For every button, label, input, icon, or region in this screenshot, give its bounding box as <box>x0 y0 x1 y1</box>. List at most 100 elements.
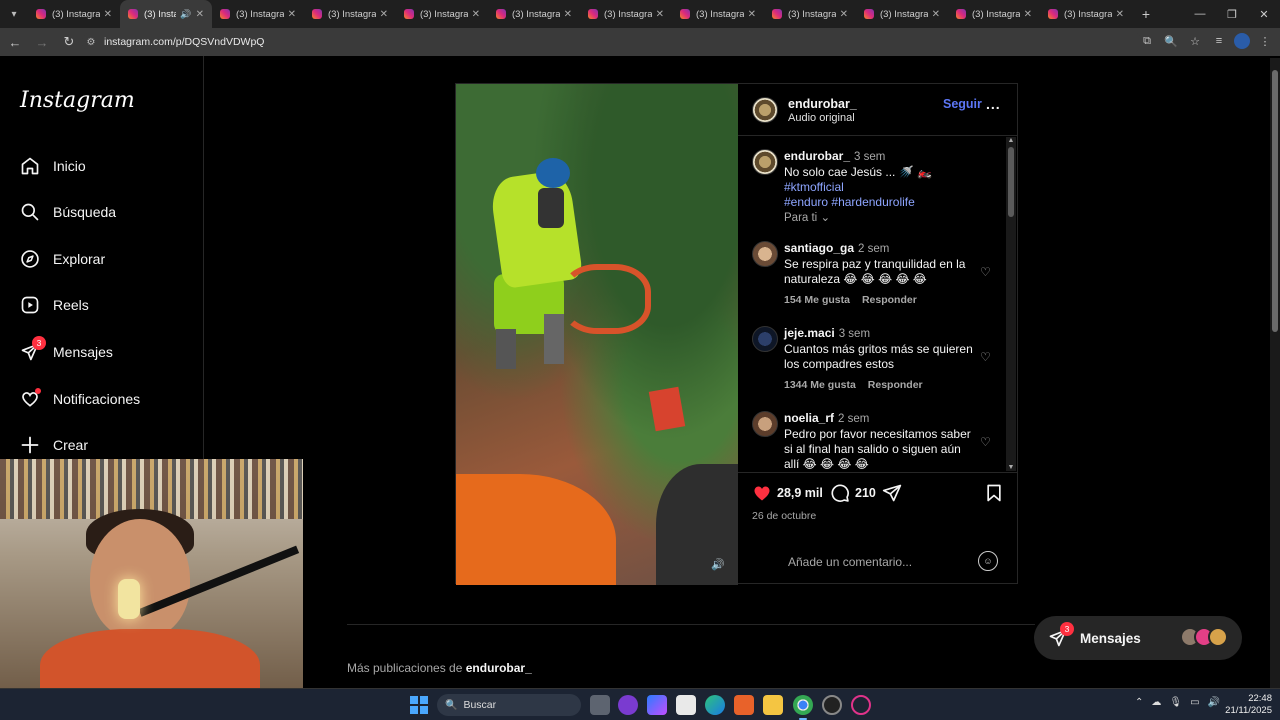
sidebar-item-inicio[interactable]: Inicio <box>20 151 86 181</box>
close-window-icon[interactable]: ✕ <box>1248 0 1280 28</box>
browser-tab[interactable]: (3) Instagram ✕ <box>1040 0 1132 28</box>
task-view-icon[interactable] <box>590 695 610 715</box>
bookmark-star-icon[interactable]: ☆ <box>1186 30 1204 52</box>
sidebar-item-notificaciones[interactable]: Notificaciones <box>20 384 140 414</box>
file-explorer-icon[interactable] <box>763 695 783 715</box>
chrome-icon[interactable] <box>793 695 813 720</box>
close-icon[interactable]: ✕ <box>1116 9 1124 20</box>
reload-button[interactable]: ↻ <box>57 30 81 54</box>
browser-menu-icon[interactable]: ⋮ <box>1256 30 1274 52</box>
post-date[interactable]: 26 de octubre <box>752 510 816 522</box>
close-icon[interactable]: ✕ <box>380 9 388 20</box>
avatar[interactable] <box>752 411 778 437</box>
avatar[interactable] <box>752 97 778 123</box>
comment-like-heart-icon[interactable]: ♡ <box>980 350 994 364</box>
close-icon[interactable]: ✕ <box>840 9 848 20</box>
sidebar-item-reels[interactable]: Reels <box>20 290 89 320</box>
app-icon[interactable] <box>851 695 871 715</box>
comment-username[interactable]: jeje.maci <box>784 326 835 340</box>
browser-tab[interactable]: (3) Instagram ✕ <box>580 0 672 28</box>
comment-button[interactable]: 210 <box>830 483 876 503</box>
sidebar-item-explorar[interactable]: Explorar <box>20 244 105 274</box>
browser-tab[interactable]: (3) Instagram ✕ <box>396 0 488 28</box>
avatar[interactable] <box>752 149 778 175</box>
comment-like-heart-icon[interactable]: ♡ <box>980 435 994 449</box>
close-icon[interactable]: ✕ <box>748 9 756 20</box>
site-info-icon[interactable]: ⚙ <box>82 37 100 48</box>
zoom-icon[interactable]: 🔍 <box>1162 30 1180 52</box>
forward-button[interactable]: → <box>30 30 54 54</box>
install-app-icon[interactable]: ⧉ <box>1138 30 1156 52</box>
store-icon[interactable] <box>676 695 696 715</box>
comment-filter-dropdown[interactable]: Para ti ⌄ <box>784 210 830 224</box>
media-controls-icon[interactable]: ≡ <box>1210 30 1228 52</box>
page-scrollbar[interactable] <box>1270 58 1280 696</box>
browser-tab-active[interactable]: (3) Insta 🔊 ✕ <box>120 0 212 28</box>
chevron-up-icon[interactable]: ⌃ <box>1135 697 1143 708</box>
new-tab-button[interactable]: + <box>1132 6 1160 22</box>
display-icon[interactable]: ▭ <box>1190 697 1199 708</box>
restore-icon[interactable]: ❐ <box>1216 0 1248 28</box>
reply-button[interactable]: Responder <box>868 379 923 391</box>
app-icon[interactable] <box>734 695 754 715</box>
app-icon[interactable] <box>618 695 638 715</box>
microphone-icon[interactable]: 🎙 <box>1169 697 1182 708</box>
cloud-icon[interactable]: ☁ <box>1151 697 1161 708</box>
close-icon[interactable]: ✕ <box>932 9 940 20</box>
save-button[interactable] <box>984 483 1004 503</box>
browser-tab[interactable]: (3) Instagram ✕ <box>212 0 304 28</box>
instagram-logo[interactable]: Instagram <box>20 88 135 113</box>
comment-username[interactable]: noelia_rf <box>784 411 834 425</box>
sidebar-item-mensajes[interactable]: 3 Mensajes <box>20 336 113 367</box>
comment-like-heart-icon[interactable]: ♡ <box>980 265 994 279</box>
close-icon[interactable]: ✕ <box>472 9 480 20</box>
copilot-icon[interactable] <box>647 695 667 715</box>
browser-tab[interactable]: (3) Instagram ✕ <box>304 0 396 28</box>
browser-tab[interactable]: (3) Instagram ✕ <box>948 0 1040 28</box>
hashtag-link[interactable]: #hardendurolife <box>831 195 914 209</box>
close-icon[interactable]: ✕ <box>104 9 112 20</box>
emoji-icon[interactable]: ☺ <box>978 551 998 571</box>
scrollbar-thumb[interactable] <box>1272 70 1278 332</box>
more-options-icon[interactable]: ... <box>986 96 1001 112</box>
scroll-down-icon[interactable]: ▼ <box>1006 464 1016 471</box>
obs-icon[interactable] <box>822 695 842 715</box>
volume-icon[interactable]: 🔊 <box>1208 697 1220 708</box>
browser-tab[interactable]: (3) Instagram ✕ <box>488 0 580 28</box>
scroll-up-icon[interactable]: ▲ <box>1006 137 1016 144</box>
follow-button[interactable]: Seguir <box>943 97 982 111</box>
sidebar-item-busqueda[interactable]: Búsqueda <box>20 197 116 227</box>
sidebar-item-crear[interactable]: Crear <box>20 430 88 460</box>
avatar[interactable] <box>752 326 778 352</box>
taskbar-clock[interactable]: 22:48 21/11/2025 <box>1225 693 1272 717</box>
hashtag-link[interactable]: #ktmofficial <box>784 180 844 194</box>
comment-likes[interactable]: 154 Me gusta <box>784 294 850 306</box>
close-icon[interactable]: ✕ <box>196 9 204 20</box>
comment-username[interactable]: santiago_ga <box>784 241 854 255</box>
avatar[interactable] <box>752 241 778 267</box>
tab-search-icon[interactable]: ▾ <box>0 0 28 28</box>
back-button[interactable]: ← <box>3 30 27 54</box>
close-icon[interactable]: ✕ <box>656 9 664 20</box>
taskbar-search[interactable]: 🔍 Buscar <box>437 694 581 716</box>
edge-icon[interactable] <box>705 695 725 715</box>
browser-tab[interactable]: (3) Instagram ✕ <box>856 0 948 28</box>
browser-tab[interactable]: (3) Instagram ✕ <box>672 0 764 28</box>
close-icon[interactable]: ✕ <box>564 9 572 20</box>
browser-tab[interactable]: (3) Instagram ✕ <box>28 0 120 28</box>
like-button[interactable]: 28,9 mil <box>752 483 823 503</box>
audio-label[interactable]: Audio original <box>788 112 855 124</box>
comments-scrollbar[interactable]: ▲ ▼ <box>1006 137 1016 471</box>
comment-likes[interactable]: 1344 Me gusta <box>784 379 856 391</box>
more-posts-username[interactable]: endurobar_ <box>466 661 532 675</box>
speaker-icon[interactable]: 🔊 <box>180 9 191 20</box>
minimize-icon[interactable]: — <box>1184 0 1216 28</box>
caption-username[interactable]: endurobar_ <box>784 149 850 163</box>
hashtag-link[interactable]: #enduro <box>784 195 828 209</box>
browser-tab[interactable]: (3) Instagram ✕ <box>764 0 856 28</box>
reply-button[interactable]: Responder <box>862 294 917 306</box>
post-username[interactable]: endurobar_ <box>788 97 857 111</box>
address-bar[interactable]: ⚙ instagram.com/p/DQSVndVDWpQ <box>82 31 1142 53</box>
windows-start-icon[interactable] <box>410 696 428 714</box>
close-icon[interactable]: ✕ <box>288 9 296 20</box>
